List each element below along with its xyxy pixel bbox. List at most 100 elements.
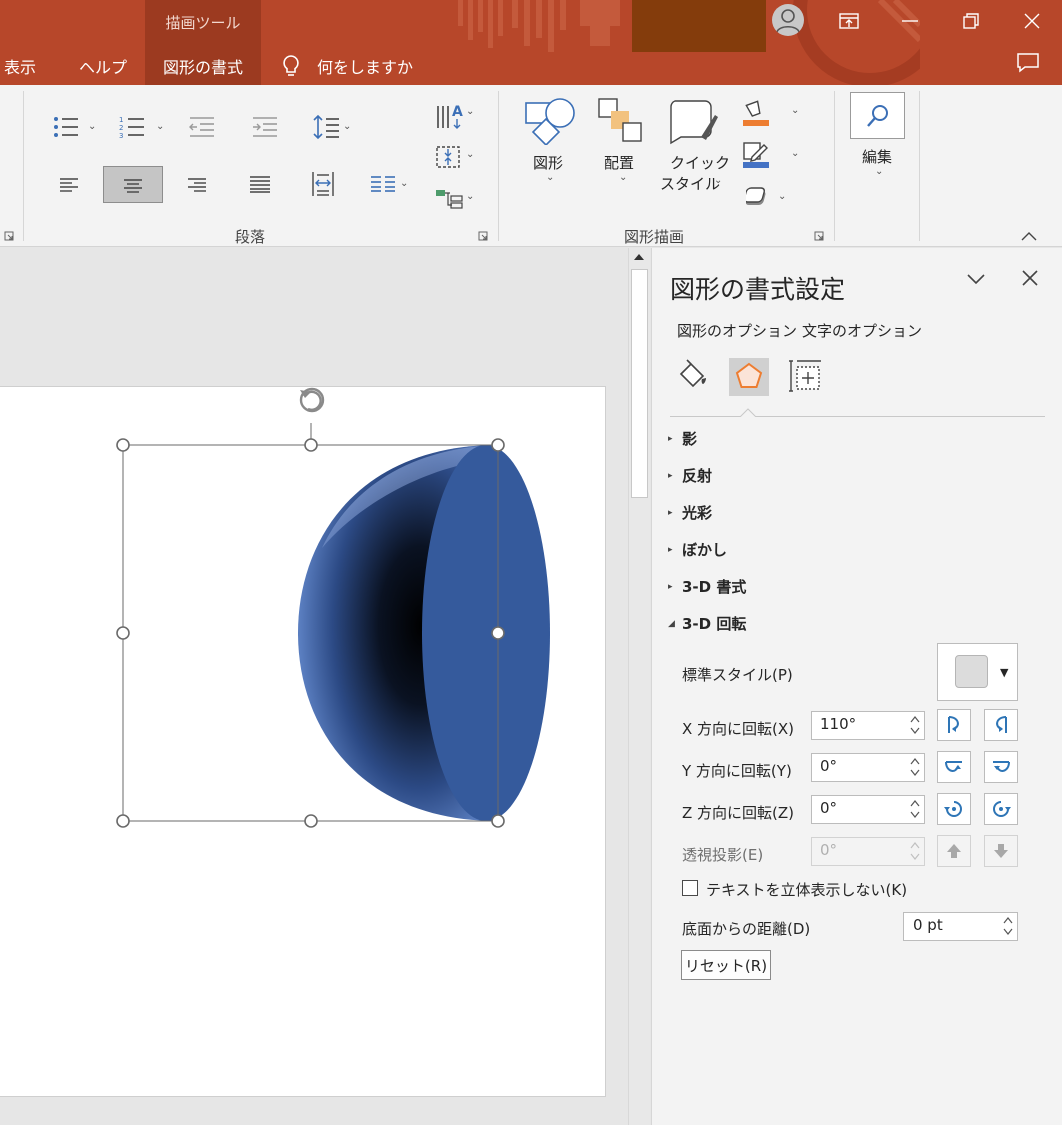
align-text-icon[interactable]: [435, 145, 463, 169]
preset-dropdown[interactable]: ▼: [937, 643, 1018, 701]
quick-styles-label-2[interactable]: スタイル: [660, 173, 720, 194]
spinner-arrows-icon[interactable]: [910, 756, 920, 778]
ribbon-display-options-icon[interactable]: [834, 8, 864, 34]
rotate-clockwise-icon: [944, 801, 962, 817]
section-3d-format[interactable]: ▸ 3-D 書式: [668, 576, 746, 597]
x-rotate-left-button[interactable]: [937, 709, 971, 741]
arrange-button-label[interactable]: 配置: [604, 152, 634, 173]
svg-text:1: 1: [119, 116, 123, 124]
numbering-icon[interactable]: 123: [118, 115, 146, 139]
x-rotate-right-button[interactable]: [984, 709, 1018, 741]
resize-handle[interactable]: [304, 814, 318, 828]
preset-swatch: [955, 655, 988, 688]
editing-button-label[interactable]: 編集: [862, 146, 892, 167]
section-soft-edges[interactable]: ▸ ぼかし: [668, 539, 727, 560]
resize-handle[interactable]: [116, 814, 130, 828]
minimize-icon[interactable]: [895, 8, 925, 34]
resize-handle[interactable]: [304, 438, 318, 452]
section-3d-rotation[interactable]: ◢ 3-D 回転: [668, 613, 746, 634]
close-window-icon[interactable]: [1017, 8, 1047, 34]
resize-handle[interactable]: [491, 626, 505, 640]
resize-handle[interactable]: [116, 438, 130, 452]
user-avatar-icon[interactable]: [772, 4, 804, 36]
z-rotation-input[interactable]: 0°: [811, 795, 925, 824]
z-rotate-counterclockwise-button[interactable]: [984, 793, 1018, 825]
rotate-handle-icon[interactable]: [299, 387, 325, 413]
vertical-scrollbar[interactable]: [628, 248, 650, 1125]
hemisphere-shape[interactable]: [0, 248, 628, 1125]
align-right-icon[interactable]: [187, 177, 207, 193]
redacted-area: [632, 0, 766, 52]
effects-icon: [735, 362, 763, 388]
shape-fill-icon[interactable]: [742, 99, 770, 127]
spinner-arrows-icon[interactable]: [910, 714, 920, 736]
decrease-indent-icon[interactable]: [188, 115, 216, 139]
tab-help[interactable]: ヘルプ: [79, 54, 127, 78]
resize-handle[interactable]: [491, 814, 505, 828]
dialog-launcher-icon[interactable]: [4, 231, 14, 241]
comments-icon[interactable]: [1016, 52, 1040, 74]
scrollbar-thumb[interactable]: [631, 269, 648, 498]
section-glow[interactable]: ▸ 光彩: [668, 502, 712, 523]
lightbulb-icon[interactable]: [281, 54, 301, 78]
justify-icon[interactable]: [249, 175, 271, 193]
distance-label: 底面からの距離(D): [682, 920, 811, 938]
align-center-button[interactable]: [103, 166, 163, 203]
tab-shape-format[interactable]: 図形の書式: [163, 54, 243, 78]
keep-text-flat-label[interactable]: テキストを立体表示しない(K): [706, 879, 907, 900]
distributed-icon[interactable]: [311, 171, 335, 197]
resize-handle[interactable]: [491, 438, 505, 452]
arrow-down-icon: [994, 844, 1008, 858]
reset-button[interactable]: リセット(R): [681, 950, 771, 980]
text-direction-icon[interactable]: A: [435, 100, 465, 130]
tab-view[interactable]: 表示: [4, 54, 36, 78]
restore-icon[interactable]: [956, 8, 986, 34]
svg-text:2: 2: [119, 124, 123, 132]
line-spacing-icon[interactable]: [312, 114, 340, 140]
keep-text-flat-checkbox[interactable]: [682, 880, 698, 896]
increase-indent-icon[interactable]: [251, 115, 279, 139]
spinner-arrows-icon[interactable]: [910, 798, 920, 820]
shapes-icon[interactable]: [524, 95, 576, 145]
size-properties-icon[interactable]: [788, 358, 824, 394]
drawing-launcher-icon[interactable]: [814, 231, 824, 241]
convert-to-smartart-icon[interactable]: [435, 187, 463, 211]
quick-styles-icon[interactable]: [667, 97, 719, 147]
shapes-button-label[interactable]: 図形: [533, 152, 563, 173]
spinner-arrows-icon[interactable]: [1003, 915, 1013, 937]
tab-text-options[interactable]: 文字のオプション: [802, 320, 922, 341]
quick-styles-label-1[interactable]: クイック: [670, 152, 730, 173]
section-reflection[interactable]: ▸ 反射: [668, 465, 712, 486]
tab-shape-options[interactable]: 図形のオプション: [677, 320, 797, 341]
effects-tab-button[interactable]: [729, 358, 769, 396]
editing-button[interactable]: [850, 92, 905, 139]
align-left-icon[interactable]: [59, 177, 79, 193]
paragraph-launcher-icon[interactable]: [478, 231, 488, 241]
bullets-icon[interactable]: [52, 115, 80, 139]
pane-close-icon[interactable]: [1022, 270, 1038, 286]
y-rotate-up-button[interactable]: [937, 751, 971, 783]
search-icon: [867, 105, 888, 127]
fill-line-icon[interactable]: [676, 358, 712, 394]
y-rotate-down-button[interactable]: [984, 751, 1018, 783]
z-rotate-clockwise-button[interactable]: [937, 793, 971, 825]
pane-options-chevron-icon[interactable]: [966, 272, 986, 286]
shape-effects-icon[interactable]: [746, 185, 774, 209]
columns-icon[interactable]: [370, 175, 396, 193]
perspective-increase-button[interactable]: [937, 835, 971, 867]
tell-me-search[interactable]: 何をしますか: [317, 54, 413, 78]
resize-handle[interactable]: [116, 626, 130, 640]
x-rotation-input[interactable]: 110°: [811, 711, 925, 740]
shape-outline-icon[interactable]: [742, 141, 770, 169]
x-rotation-label: X 方向に回転(X): [682, 720, 795, 738]
perspective-input[interactable]: 0°: [811, 837, 925, 866]
section-shadow[interactable]: ▸ 影: [668, 428, 697, 449]
arrange-icon[interactable]: [597, 97, 645, 145]
rotate-down-icon: [993, 761, 1010, 772]
perspective-decrease-button[interactable]: [984, 835, 1018, 867]
y-rotation-input[interactable]: 0°: [811, 753, 925, 782]
spinner-arrows-icon[interactable]: [910, 840, 920, 862]
distance-input[interactable]: 0 pt: [903, 912, 1018, 941]
scroll-up-icon[interactable]: [632, 251, 646, 263]
collapse-ribbon-icon[interactable]: [1020, 231, 1038, 241]
